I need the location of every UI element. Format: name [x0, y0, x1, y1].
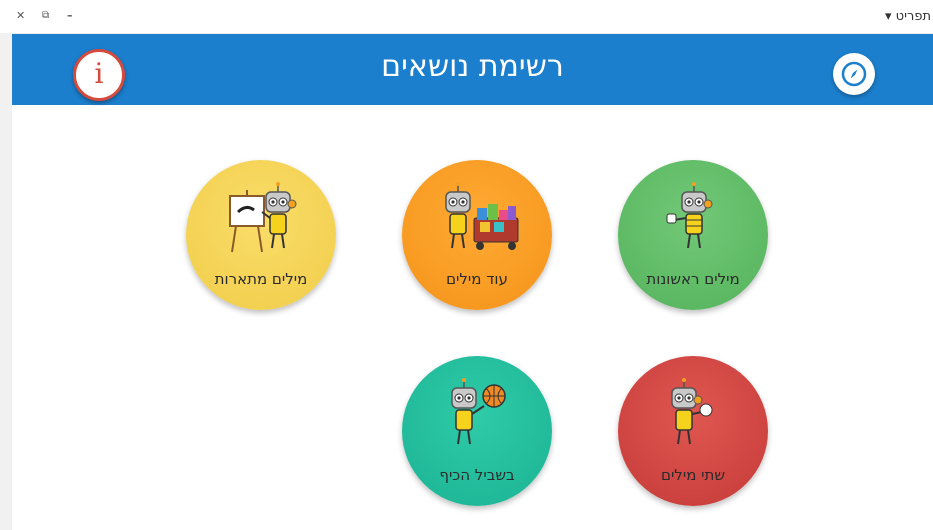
topic-first-words[interactable]: מילים ראשונות — [618, 160, 768, 310]
robot-basketball-icon — [451, 378, 506, 445]
info-button[interactable]: i — [73, 49, 125, 101]
compass-icon — [841, 61, 867, 87]
topic-label: מילים ראשונות — [646, 270, 740, 288]
topic-label: עוד מילים — [446, 270, 508, 288]
topic-two-words[interactable]: שתי מילים — [618, 356, 768, 506]
robot-painting-icon — [229, 182, 297, 253]
compass-button[interactable] — [833, 53, 875, 95]
app-header: רשימת נושאים — [12, 34, 933, 105]
menu-dropdown[interactable]: תפריט ▾ — [885, 9, 931, 24]
topic-label: שתי מילים — [661, 466, 725, 484]
topic-label: בשביל הכיף — [439, 466, 515, 484]
robot-waving-icon — [671, 378, 713, 445]
topic-more-words[interactable]: עוד מילים — [402, 160, 552, 310]
topic-describing-words[interactable]: מילים מתארות — [186, 160, 336, 310]
page-title: רשימת נושאים — [381, 49, 564, 84]
restore-window-icon[interactable]: ⧉ — [42, 10, 49, 21]
left-edge — [0, 33, 12, 530]
robot-with-cart-icon — [445, 182, 519, 250]
topic-just-for-fun[interactable]: בשביל הכיף — [402, 356, 552, 506]
topic-label: מילים מתארות — [214, 270, 308, 288]
window-titlebar: ✕ ⧉ – תפריט ▾ — [0, 0, 933, 34]
close-window-icon[interactable]: ✕ — [16, 10, 25, 21]
minimize-window-icon[interactable]: – — [67, 10, 73, 21]
robot-thumbs-up-icon — [666, 182, 713, 249]
info-icon: i — [94, 57, 104, 90]
